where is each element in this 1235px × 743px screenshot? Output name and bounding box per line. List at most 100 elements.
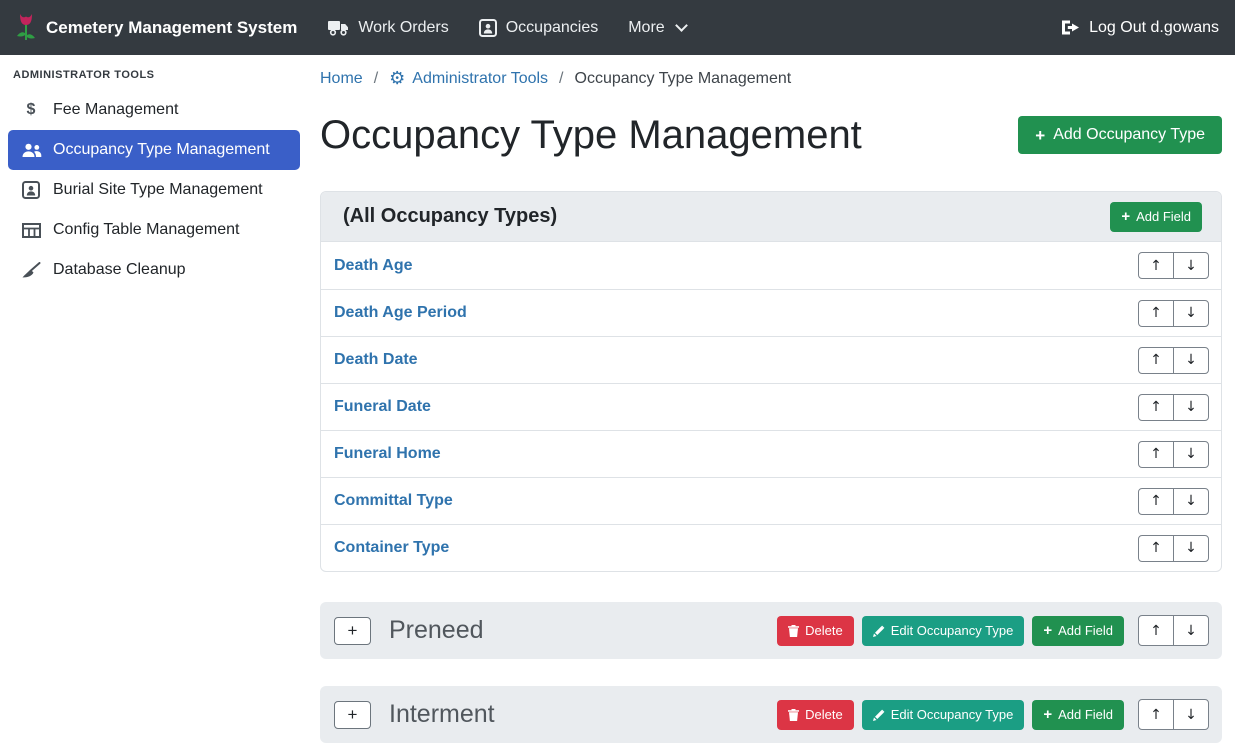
move-up-button[interactable]: ↑ <box>1138 347 1174 374</box>
down-arrow-icon: ↓ <box>1185 623 1197 639</box>
field-row: Death Age Period ↑ ↓ <box>321 289 1221 336</box>
work-orders-icon <box>328 19 349 36</box>
table-icon <box>18 223 44 238</box>
chevron-down-icon <box>675 19 688 32</box>
up-arrow-icon: ↑ <box>1150 305 1162 321</box>
nav-occupancies-label: Occupancies <box>506 19 599 37</box>
down-arrow-icon: ↓ <box>1185 707 1197 723</box>
add-field-button[interactable]: + Add Field <box>1032 700 1124 730</box>
field-row: Funeral Home ↑ ↓ <box>321 430 1221 477</box>
pencil-icon <box>873 709 885 721</box>
section-title: Interment <box>389 700 495 729</box>
page-layout: ADMINISTRATOR TOOLS $ Fee Management Occ… <box>0 55 1235 738</box>
add-field-label: Add Field <box>1058 623 1113 638</box>
field-row: Funeral Date ↑ ↓ <box>321 383 1221 430</box>
move-down-button[interactable]: ↓ <box>1173 347 1209 374</box>
reorder-buttons: ↑ ↓ <box>1138 699 1209 730</box>
delete-button[interactable]: Delete <box>777 700 854 730</box>
move-up-button[interactable]: ↑ <box>1138 615 1174 646</box>
field-link[interactable]: Funeral Date <box>334 398 431 416</box>
expand-button[interactable]: + <box>334 617 371 645</box>
reorder-buttons: ↑ ↓ <box>1138 394 1209 421</box>
move-down-button[interactable]: ↓ <box>1173 441 1209 468</box>
sidebar-item-config-table-management[interactable]: Config Table Management <box>8 210 300 250</box>
sidebar-item-fee-management[interactable]: $ Fee Management <box>8 90 300 130</box>
add-field-button[interactable]: + Add Field <box>1032 616 1124 646</box>
nav-more-label: More <box>628 19 664 37</box>
add-occupancy-type-button[interactable]: + Add Occupancy Type <box>1018 116 1222 154</box>
up-arrow-icon: ↑ <box>1150 540 1162 556</box>
nav-work-orders[interactable]: Work Orders <box>313 0 463 55</box>
breadcrumb-admin-tools-link[interactable]: Administrator Tools <box>412 70 548 88</box>
all-occupancy-types-panel: (All Occupancy Types) + Add Field Death … <box>320 191 1222 572</box>
add-field-label: Add Field <box>1058 707 1113 722</box>
occupancy-type-section-interment: + Interment Delete <box>320 686 1222 743</box>
page-title: Occupancy Type Management <box>320 113 862 158</box>
reorder-buttons: ↑ ↓ <box>1138 252 1209 279</box>
move-up-button[interactable]: ↑ <box>1138 441 1174 468</box>
delete-label: Delete <box>805 707 843 722</box>
sidebar-heading: ADMINISTRATOR TOOLS <box>0 59 308 90</box>
nav-links: Work Orders Occupancies More <box>313 0 700 55</box>
app-brand[interactable]: Cemetery Management System <box>16 13 297 43</box>
logout-label: Log Out d.gowans <box>1089 19 1219 37</box>
move-down-button[interactable]: ↓ <box>1173 252 1209 279</box>
up-arrow-icon: ↑ <box>1150 623 1162 639</box>
breadcrumb-home-link[interactable]: Home <box>320 70 363 88</box>
edit-occupancy-type-button[interactable]: Edit Occupancy Type <box>862 700 1025 730</box>
field-link[interactable]: Committal Type <box>334 492 453 510</box>
move-down-button[interactable]: ↓ <box>1173 699 1209 730</box>
reorder-buttons: ↑ ↓ <box>1138 535 1209 562</box>
top-navbar: Cemetery Management System Work Orders <box>0 0 1235 55</box>
move-down-button[interactable]: ↓ <box>1173 488 1209 515</box>
nav-occupancies[interactable]: Occupancies <box>464 0 614 55</box>
field-link[interactable]: Funeral Home <box>334 445 441 463</box>
field-link[interactable]: Death Date <box>334 351 418 369</box>
down-arrow-icon: ↓ <box>1185 399 1197 415</box>
sidebar-item-occupancy-type-management[interactable]: Occupancy Type Management <box>8 130 300 170</box>
field-link[interactable]: Container Type <box>334 539 449 557</box>
tulip-logo-icon <box>16 13 36 43</box>
field-link[interactable]: Death Age <box>334 257 413 275</box>
panel-title: (All Occupancy Types) <box>343 205 557 228</box>
gear-icon: ⚙ <box>389 70 405 88</box>
reorder-buttons: ↑ ↓ <box>1138 300 1209 327</box>
move-up-button[interactable]: ↑ <box>1138 488 1174 515</box>
move-up-button[interactable]: ↑ <box>1138 394 1174 421</box>
expand-button[interactable]: + <box>334 701 371 729</box>
nav-work-orders-label: Work Orders <box>358 19 448 37</box>
plus-icon: + <box>348 705 358 725</box>
section-title: Preneed <box>389 616 484 645</box>
down-arrow-icon: ↓ <box>1185 493 1197 509</box>
sidebar: ADMINISTRATOR TOOLS $ Fee Management Occ… <box>0 55 308 738</box>
move-up-button[interactable]: ↑ <box>1138 535 1174 562</box>
move-down-button[interactable]: ↓ <box>1173 300 1209 327</box>
main-content: Home / ⚙ Administrator Tools / Occupancy… <box>308 55 1235 738</box>
nav-more[interactable]: More <box>613 0 700 55</box>
sidebar-item-burial-site-type-management[interactable]: Burial Site Type Management <box>8 170 300 210</box>
move-down-button[interactable]: ↓ <box>1173 394 1209 421</box>
breadcrumb-current: Occupancy Type Management <box>575 70 792 88</box>
section-actions: Delete Edit Occupancy Type + Add Field <box>777 699 1209 730</box>
reorder-buttons: ↑ ↓ <box>1138 441 1209 468</box>
move-up-button[interactable]: ↑ <box>1138 699 1174 730</box>
move-down-button[interactable]: ↓ <box>1173 615 1209 646</box>
section-actions: Delete Edit Occupancy Type + Add Field <box>777 615 1209 646</box>
delete-button[interactable]: Delete <box>777 616 854 646</box>
reorder-buttons: ↑ ↓ <box>1138 615 1209 646</box>
up-arrow-icon: ↑ <box>1150 399 1162 415</box>
field-link[interactable]: Death Age Period <box>334 304 467 322</box>
move-up-button[interactable]: ↑ <box>1138 252 1174 279</box>
title-row: Occupancy Type Management + Add Occupanc… <box>320 105 1222 165</box>
breadcrumb: Home / ⚙ Administrator Tools / Occupancy… <box>320 67 1222 91</box>
sidebar-item-label: Config Table Management <box>53 221 240 239</box>
edit-occupancy-type-label: Edit Occupancy Type <box>891 707 1014 722</box>
field-row: Death Age ↑ ↓ <box>321 242 1221 289</box>
sidebar-item-database-cleanup[interactable]: Database Cleanup <box>8 250 300 290</box>
field-row: Death Date ↑ ↓ <box>321 336 1221 383</box>
logout-button[interactable]: Log Out d.gowans <box>1061 19 1219 37</box>
move-down-button[interactable]: ↓ <box>1173 535 1209 562</box>
add-field-button[interactable]: + Add Field <box>1110 202 1202 232</box>
edit-occupancy-type-button[interactable]: Edit Occupancy Type <box>862 616 1025 646</box>
move-up-button[interactable]: ↑ <box>1138 300 1174 327</box>
